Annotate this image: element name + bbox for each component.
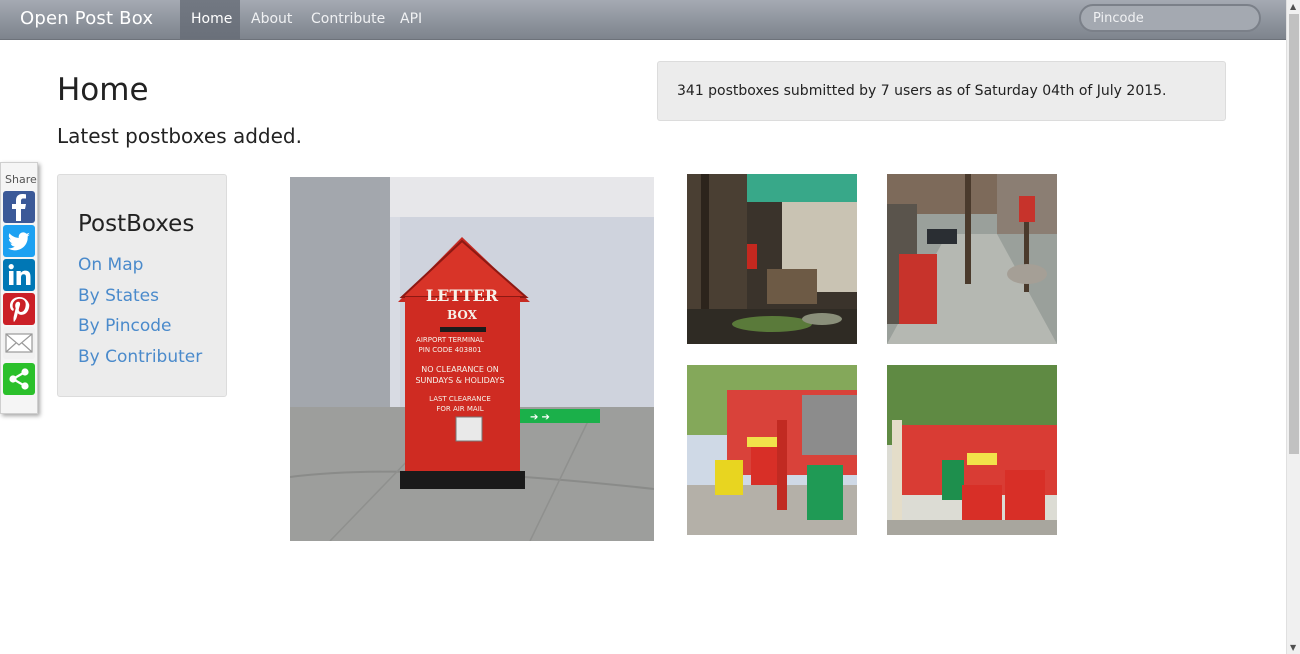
svg-text:➔ ➔: ➔ ➔ — [530, 412, 550, 423]
postbox-photo-thumbnail[interactable] — [887, 174, 1057, 344]
sign-line-1: AIRPORT TERMINAL — [416, 336, 484, 344]
featured-postbox-photo[interactable]: ➔ ➔ LETTER BOX AIRPORT TERMINAL PIN CODE… — [290, 177, 654, 541]
pinterest-icon[interactable] — [3, 293, 35, 325]
nav-api[interactable]: API — [389, 0, 433, 39]
sidebar-title: PostBoxes — [78, 211, 195, 237]
brand-logo[interactable]: Open Post Box — [20, 8, 153, 29]
postbox-photo-thumbnail[interactable] — [887, 365, 1057, 535]
sidebar-link-by-pincode[interactable]: By Pincode — [78, 316, 172, 336]
twitter-icon[interactable] — [3, 225, 35, 257]
sign-box-text: BOX — [447, 308, 478, 322]
sign-letter-text: LETTER — [426, 286, 499, 305]
scroll-down-icon[interactable]: ▼ — [1290, 643, 1296, 652]
stats-text: 341 postboxes submitted by 7 users as of… — [677, 83, 1167, 99]
page-subtitle: Latest postboxes added. — [57, 124, 302, 148]
sign-line-6: FOR AIR MAIL — [436, 405, 483, 413]
scroll-thumb[interactable] — [1289, 14, 1299, 454]
stats-well: 341 postboxes submitted by 7 users as of… — [657, 61, 1226, 121]
postbox-photo-thumbnail[interactable] — [687, 174, 857, 344]
postbox-photo-thumbnail[interactable] — [687, 365, 857, 535]
sign-line-5: LAST CLEARANCE — [429, 395, 491, 403]
postboxes-sidebar: PostBoxes On Map By States By Pincode By… — [57, 174, 227, 397]
sign-line-3: NO CLEARANCE ON — [421, 365, 499, 374]
sidebar-link-by-states[interactable]: By States — [78, 286, 159, 306]
sidebar-link-by-contributer[interactable]: By Contributer — [78, 347, 202, 367]
email-icon[interactable] — [3, 327, 35, 359]
page-scrollbar[interactable]: ▲ ▼ — [1286, 0, 1300, 654]
scroll-up-icon[interactable]: ▲ — [1290, 2, 1296, 11]
pincode-search-input[interactable] — [1079, 4, 1261, 32]
sidebar-link-on-map[interactable]: On Map — [78, 255, 143, 275]
linkedin-icon[interactable] — [3, 259, 35, 291]
nav-contribute[interactable]: Contribute — [300, 0, 396, 39]
navbar: Open Post Box Home About Contribute API — [0, 0, 1286, 40]
nav-about[interactable]: About — [240, 0, 303, 39]
page-title: Home — [57, 72, 149, 108]
share-bar: Share — [0, 162, 38, 414]
nav-home[interactable]: Home — [180, 0, 240, 39]
facebook-icon[interactable] — [3, 191, 35, 223]
sign-line-2: PIN CODE 403801 — [419, 346, 482, 354]
share-label: Share — [5, 173, 37, 186]
sign-line-4: SUNDAYS & HOLIDAYS — [415, 376, 504, 385]
share-icon[interactable] — [3, 363, 35, 395]
